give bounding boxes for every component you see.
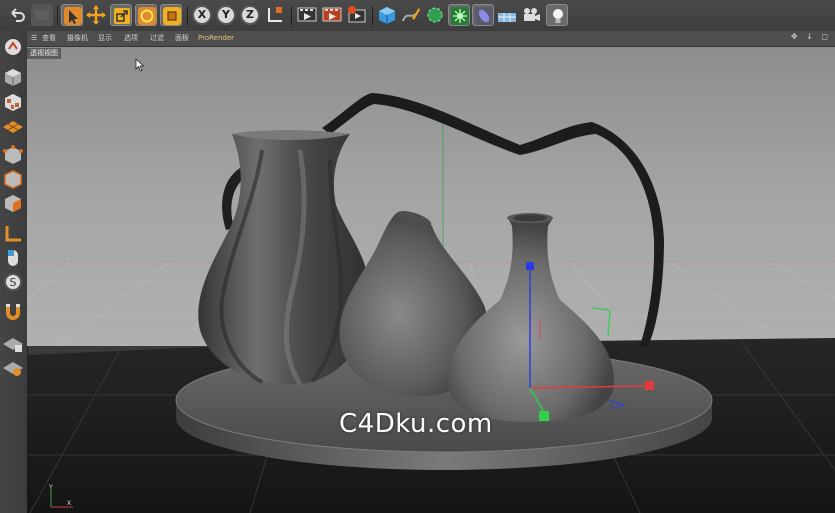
magnet-icon[interactable]: [2, 301, 24, 323]
x-axis-lock[interactable]: X: [192, 5, 212, 25]
perspective-viewport[interactable]: ☰ 查看 摄像机 显示 选项 过滤 面板 ProRender ✥ ↓ ◻ 透视视…: [27, 31, 835, 513]
axis-mode-icon[interactable]: [2, 223, 24, 245]
redo-icon[interactable]: [31, 4, 53, 26]
svg-text:S: S: [10, 276, 17, 289]
menu-filter[interactable]: 过滤: [150, 32, 164, 44]
menu-cameras[interactable]: 摄像机: [67, 32, 88, 44]
render-view-icon[interactable]: [296, 4, 318, 26]
floor-environment-icon[interactable]: [496, 4, 518, 26]
toolbar-separator: [187, 6, 188, 25]
rotate-icon[interactable]: [135, 4, 157, 26]
main-toolbar: X Y Z: [0, 0, 835, 32]
watermark-text: C4Dku.com: [339, 409, 493, 439]
recent-tool-icon[interactable]: [160, 4, 182, 26]
z-axis-lock[interactable]: Z: [240, 5, 260, 25]
menu-display[interactable]: 显示: [98, 32, 112, 44]
workplane-mode-icon[interactable]: [2, 116, 24, 138]
subdivision-nurbs-icon[interactable]: [424, 4, 446, 26]
texture-mode-icon[interactable]: [2, 91, 24, 113]
snap-icon[interactable]: S: [2, 271, 24, 293]
points-mode-icon[interactable]: [2, 144, 24, 166]
scene-render: [27, 46, 835, 513]
camera-icon[interactable]: [520, 4, 542, 26]
menu-icon[interactable]: ☰: [31, 32, 37, 44]
select-arrow-icon[interactable]: [61, 4, 83, 26]
workplane-lock-icon[interactable]: [2, 333, 24, 355]
viewport-nav-controls[interactable]: ✥ ↓ ◻: [791, 32, 831, 41]
array-generator-icon[interactable]: [448, 4, 470, 26]
viewport-menu-bar: ☰ 查看 摄像机 显示 选项 过滤 面板 ProRender ✥ ↓ ◻: [27, 31, 835, 47]
light-icon[interactable]: [546, 4, 568, 26]
menu-options[interactable]: 选项: [124, 32, 138, 44]
edges-mode-icon[interactable]: [2, 168, 24, 190]
model-mode-icon[interactable]: [2, 66, 24, 88]
move-icon[interactable]: [85, 4, 107, 26]
tweak-mode-icon[interactable]: [2, 247, 24, 269]
coordinate-system-icon[interactable]: [264, 4, 286, 26]
polygons-mode-icon[interactable]: [2, 192, 24, 214]
toolbar-separator: [291, 6, 292, 25]
svg-text:Y: Y: [48, 484, 53, 491]
toolbar-separator: [372, 6, 373, 25]
mouse-cursor-icon: [135, 58, 145, 72]
make-editable-icon[interactable]: [2, 36, 24, 58]
left-tool-palette: S: [0, 31, 28, 513]
scale-icon[interactable]: [110, 4, 132, 26]
y-axis-lock[interactable]: Y: [216, 5, 236, 25]
menu-view[interactable]: 查看: [42, 32, 56, 44]
cube-primitive-icon[interactable]: [376, 4, 398, 26]
toolbar-separator: [57, 6, 58, 25]
svg-text:X: X: [67, 500, 71, 507]
edit-render-settings-icon[interactable]: [345, 4, 367, 26]
deformer-icon[interactable]: [472, 4, 494, 26]
viewport-name-label: 透视视图: [27, 48, 61, 59]
render-picture-viewer-icon[interactable]: [321, 4, 343, 26]
menu-prorender[interactable]: ProRender: [198, 32, 234, 44]
undo-icon[interactable]: [6, 4, 28, 26]
view-axis-indicator: Y X: [48, 484, 73, 508]
menu-panel[interactable]: 面板: [175, 32, 189, 44]
planar-workplane-icon[interactable]: [2, 357, 24, 379]
spline-pen-icon[interactable]: [400, 4, 422, 26]
